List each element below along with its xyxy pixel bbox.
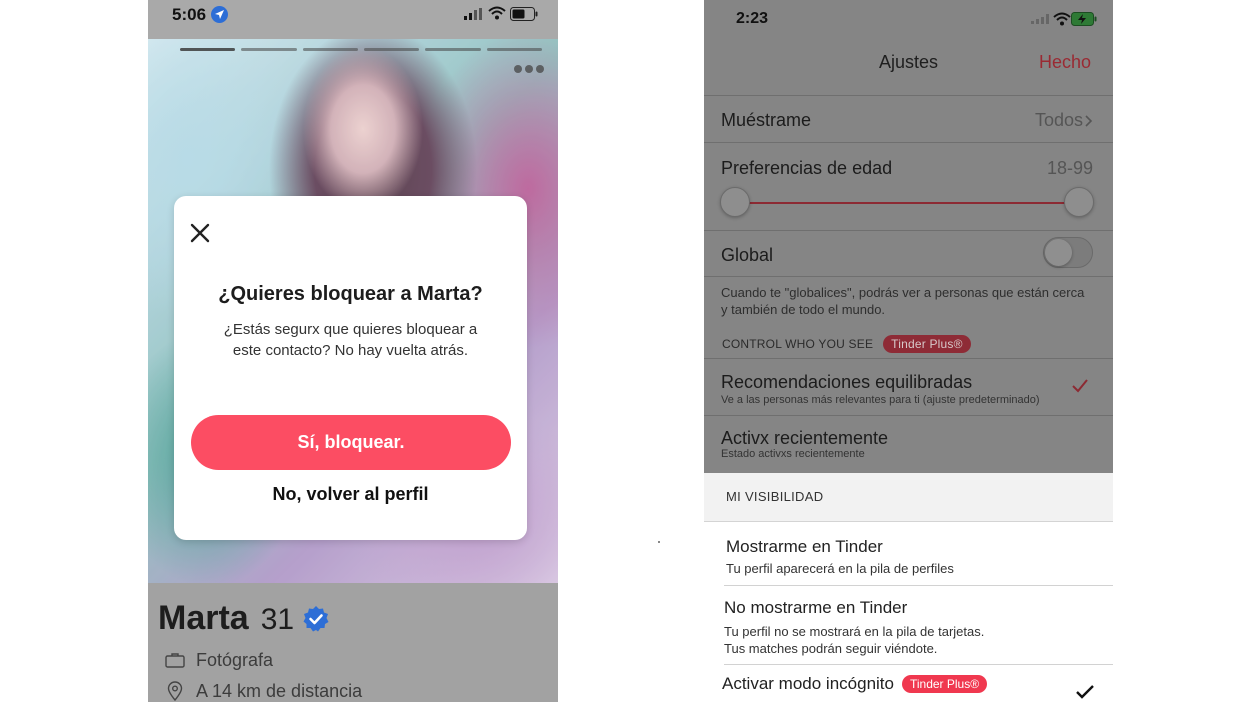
recently-active-row[interactable]: Activx recientemente Estado activxs reci… — [704, 415, 1113, 473]
show-option-label: Mostrarme en Tinder — [726, 537, 883, 556]
visibility-section-header: MI VISIBILIDAD — [704, 473, 1113, 522]
global-toggle[interactable] — [1043, 237, 1093, 268]
show-option-sub: Tu perfil aparecerá en la pila de perfil… — [726, 561, 954, 576]
show-in-tinder-option[interactable]: Mostrarme en Tinder Tu perfil aparecerá … — [704, 522, 1113, 585]
balanced-recommendations-row[interactable]: Recomendaciones equilibradas Ve a las pe… — [704, 358, 1113, 415]
block-dialog: ¿Quieres bloquear a Marta? ¿Estás segurx… — [174, 196, 527, 540]
checkmark-icon — [1072, 379, 1088, 393]
photo-progress-segment — [486, 48, 542, 51]
status-bar: 5:06 — [148, 0, 558, 39]
status-time: 5:06 — [172, 5, 207, 24]
balanced-label: Recomendaciones equilibradas — [721, 372, 973, 392]
show-me-row[interactable]: Muéstrame Todos — [704, 95, 1113, 142]
tinder-plus-badge: Tinder Plus® — [901, 675, 988, 693]
control-header-text: CONTROL WHO YOU SEE — [722, 337, 874, 351]
global-helper-text: Cuando te "globalices", podrás ver a per… — [721, 285, 1085, 317]
hide-from-tinder-option[interactable]: No mostrarme en Tinder Tu perfil no se m… — [704, 586, 1113, 664]
location-pin-icon — [164, 680, 186, 702]
photo-progress-segment — [363, 48, 420, 51]
hide-option-sub1: Tu perfil no se mostrará en la pila de t… — [724, 624, 985, 639]
age-pref-label: Preferencias de edad — [721, 158, 893, 178]
profile-screen: 5:06 Marta 31 Fotógrafa A 14 km de dista… — [148, 0, 558, 702]
photo-progress-segment — [180, 48, 236, 51]
profile-distance: A 14 km de distancia — [196, 680, 363, 701]
chevron-right-icon — [1085, 115, 1093, 127]
visibility-header-text: MI VISIBILIDAD — [726, 489, 824, 504]
incognito-option[interactable]: Activar modo incógnito Tinder Plus® — [704, 665, 1113, 702]
briefcase-icon — [164, 649, 186, 671]
global-label: Global — [721, 245, 774, 265]
photo-progress-segment — [425, 48, 481, 51]
status-time: 2:23 — [736, 10, 769, 27]
recent-label: Activx recientemente — [721, 428, 889, 448]
age-pref-value: 18-99 — [1046, 158, 1093, 178]
stray-dot — [658, 541, 660, 543]
more-options-icon[interactable] — [514, 65, 544, 73]
profile-name: Marta — [158, 599, 249, 637]
show-me-label: Muéstrame — [721, 110, 812, 130]
close-icon[interactable] — [188, 221, 212, 245]
name-row: Marta 31 — [158, 599, 330, 638]
profile-info: Marta 31 Fotógrafa A 14 km de distancia — [148, 583, 558, 702]
battery-charging-icon — [1071, 12, 1097, 26]
control-who-you-see-header: CONTROL WHO YOU SEE Tinder Plus® — [722, 335, 971, 353]
job-line: Fotógrafa — [164, 649, 273, 671]
age-slider-track — [735, 202, 1079, 204]
distance-line: A 14 km de distancia — [164, 680, 362, 702]
age-slider-min-handle[interactable] — [720, 187, 750, 217]
hide-option-label: No mostrarme en Tinder — [724, 598, 908, 617]
cellular-signal-icon — [1031, 14, 1049, 24]
wifi-icon — [488, 6, 506, 20]
tinder-plus-badge: Tinder Plus® — [883, 335, 971, 353]
show-me-value: Todos — [1034, 110, 1083, 130]
photo-progress-segment — [241, 48, 297, 51]
location-arrow-icon — [211, 6, 228, 23]
wifi-icon — [1053, 12, 1071, 26]
profile-job: Fotógrafa — [196, 649, 274, 670]
balanced-sub: Ve a las personas más relevantes para ti… — [721, 394, 1040, 406]
dimmed-settings-area: 2:23 Ajustes Hecho Muéstrame Todos Prefe… — [704, 0, 1113, 473]
divider — [704, 276, 1113, 277]
verified-badge-icon — [303, 606, 329, 632]
battery-icon — [510, 7, 538, 21]
dialog-body: ¿Estás segurx que quieres bloquear a est… — [223, 321, 478, 359]
age-preference-row: Preferencias de edad 18-99 — [704, 142, 1113, 230]
incognito-label: Activar modo incógnito — [722, 674, 894, 693]
age-slider-max-handle[interactable] — [1064, 187, 1094, 217]
confirm-block-button[interactable]: Sí, bloquear. — [191, 415, 511, 470]
hide-option-sub2: Tus matches podrán seguir viéndote. — [724, 641, 938, 656]
photo-progress-bar — [180, 48, 542, 51]
recent-sub: Estado activxs recientemente — [721, 448, 865, 460]
photo-progress-segment — [302, 48, 358, 51]
checkmark-icon — [1076, 685, 1094, 699]
dialog-title: ¿Quieres bloquear a Marta? — [218, 283, 483, 305]
back-to-profile-button[interactable]: No, volver al perfil — [174, 484, 527, 505]
settings-screen: 2:23 Ajustes Hecho Muéstrame Todos Prefe… — [704, 0, 1113, 702]
profile-age: 31 — [260, 603, 295, 636]
done-button[interactable]: Hecho — [1039, 52, 1091, 73]
cellular-signal-icon — [464, 8, 482, 20]
incognito-label-row: Activar modo incógnito Tinder Plus® — [722, 674, 988, 694]
